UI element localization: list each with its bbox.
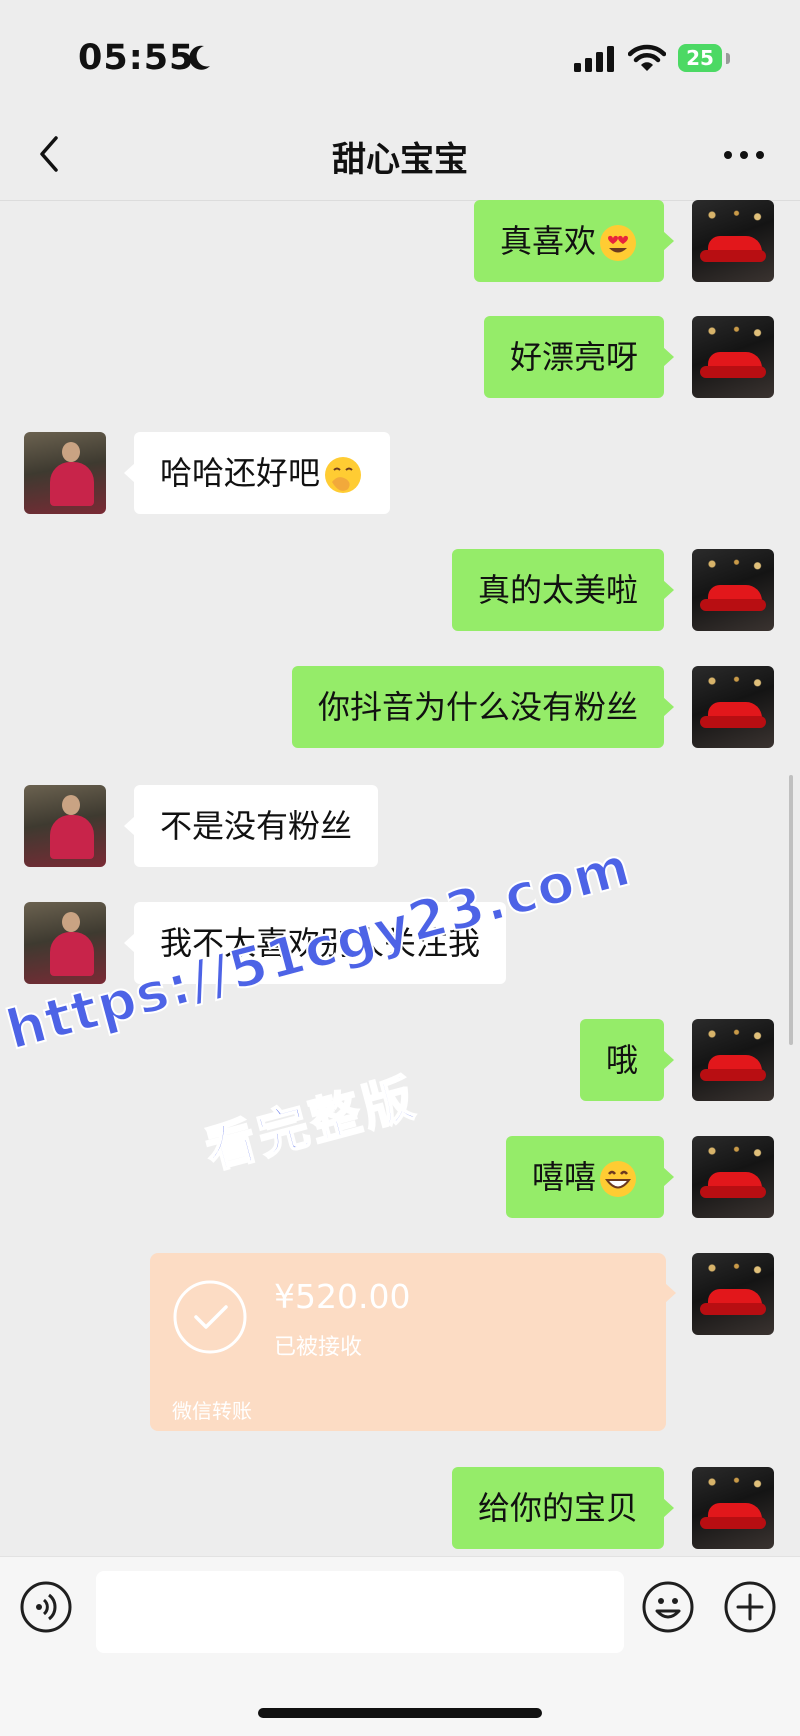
chat-header: 甜心宝宝 (0, 110, 800, 201)
message-bubble-outgoing[interactable]: 嘻嘻 (505, 1136, 675, 1218)
battery-level: 25 (686, 46, 714, 70)
contact-avatar[interactable] (24, 432, 106, 514)
message-text: 嘻嘻 (531, 1158, 596, 1196)
message-bubble-outgoing[interactable]: 你抖音为什么没有粉丝 (291, 666, 675, 748)
grinning-emoji-icon (600, 1161, 636, 1197)
message-bubble-outgoing[interactable]: 真喜欢 (473, 200, 675, 282)
status-bar: 05:55 25 (0, 0, 800, 110)
my-avatar[interactable] (692, 1467, 774, 1549)
moon-icon (189, 45, 210, 70)
check-circle-icon (173, 1280, 247, 1354)
my-avatar[interactable] (692, 549, 774, 631)
voice-input-icon[interactable] (20, 1581, 72, 1633)
home-indicator-area (0, 1666, 800, 1736)
message-bubble-outgoing[interactable]: 哦 (579, 1019, 675, 1101)
watermark-caption: 看完整版 (199, 1067, 425, 1181)
message-bubble-outgoing[interactable]: 好漂亮呀 (483, 316, 675, 398)
add-attachment-icon[interactable] (724, 1581, 776, 1633)
message-text: 好漂亮呀 (509, 338, 638, 376)
hand-over-mouth-emoji-icon (325, 457, 362, 493)
message-text: 你抖音为什么没有粉丝 (317, 688, 638, 726)
my-avatar[interactable] (692, 1136, 774, 1218)
scrollbar[interactable] (789, 775, 793, 1045)
message-bubble-incoming[interactable]: 哈哈还好吧 (123, 432, 391, 514)
transfer-amount: ¥520.00 (274, 1277, 411, 1316)
status-time: 05:55 (78, 38, 195, 78)
contact-avatar[interactable] (24, 902, 106, 984)
my-avatar[interactable] (692, 1253, 774, 1335)
message-bubble-incoming[interactable]: 不是没有粉丝 (123, 785, 379, 867)
message-text: 真的太美啦 (477, 571, 638, 609)
chat-title: 甜心宝宝 (332, 140, 468, 180)
my-avatar[interactable] (692, 316, 774, 398)
my-avatar[interactable] (692, 666, 774, 748)
transfer-status: 已被接收 (274, 1335, 363, 1360)
my-avatar[interactable] (692, 1019, 774, 1101)
message-text: 真喜欢 (499, 222, 596, 260)
message-text-input[interactable] (96, 1571, 624, 1653)
wechat-transfer-card[interactable]: ¥520.00 已被接收 微信转账 (150, 1253, 676, 1431)
message-input-bar (0, 1556, 800, 1667)
emoji-picker-icon[interactable] (642, 1581, 694, 1633)
message-text: 哈哈还好吧 (160, 454, 321, 492)
message-text: 不是没有粉丝 (160, 807, 353, 845)
cellular-signal-icon (574, 46, 614, 72)
message-bubble-outgoing[interactable]: 给你的宝贝 (451, 1467, 675, 1549)
message-text: 给你的宝贝 (477, 1489, 638, 1527)
message-text: 哦 (605, 1041, 638, 1079)
heart-eyes-emoji-icon (600, 225, 636, 261)
battery-indicator: 25 (678, 44, 722, 72)
message-bubble-outgoing[interactable]: 真的太美啦 (451, 549, 675, 631)
wifi-icon (628, 44, 666, 71)
transfer-label: 微信转账 (172, 1399, 252, 1423)
contact-avatar[interactable] (24, 785, 106, 867)
home-indicator[interactable] (258, 1708, 542, 1718)
my-avatar[interactable] (692, 200, 774, 282)
more-options-icon[interactable] (722, 148, 766, 162)
battery-cap (726, 53, 730, 64)
